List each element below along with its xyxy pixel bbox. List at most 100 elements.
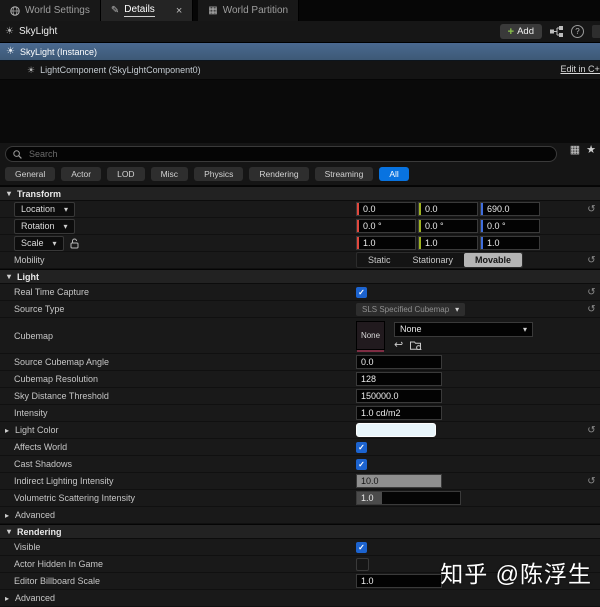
search-bar[interactable] bbox=[5, 146, 557, 162]
display-filter-icon[interactable]: ▦ bbox=[570, 145, 580, 156]
section-light[interactable]: ▾ Light bbox=[0, 269, 600, 284]
component-icon: ☀ bbox=[27, 64, 36, 75]
row-scale: Scale ▾ 1.0 1.0 1.0 bbox=[0, 235, 600, 252]
mobility-static[interactable]: Static bbox=[357, 255, 402, 265]
rotation-y-field[interactable]: 0.0 ° bbox=[418, 219, 478, 233]
chevron-down-icon: ▾ bbox=[64, 204, 69, 214]
row-light-color: ▸ Light Color ↺ bbox=[0, 422, 600, 439]
zhihu-watermark: 知乎 @陈浮生 bbox=[440, 561, 592, 587]
filter-chip-row: General Actor LOD Misc Physics Rendering… bbox=[5, 167, 595, 181]
row-real-time-capture: Real Time Capture ✓ ↺ bbox=[0, 284, 600, 301]
actor-name: SkyLight bbox=[18, 26, 58, 37]
reset-icon[interactable]: ↺ bbox=[583, 287, 600, 298]
row-rotation: Rotation ▾ 0.0 ° 0.0 ° 0.0 ° bbox=[0, 218, 600, 235]
use-selected-asset-icon[interactable]: ↩ bbox=[394, 339, 403, 350]
scale-y-field[interactable]: 1.0 bbox=[418, 236, 478, 250]
volumetric-scattering-intensity-slider[interactable]: 1.0 bbox=[356, 491, 461, 505]
tab-details[interactable]: ✎ Details × bbox=[100, 0, 194, 21]
tab-label: World Settings bbox=[25, 5, 90, 16]
rotation-x-field[interactable]: 0.0 ° bbox=[356, 219, 416, 233]
scale-z-field[interactable]: 1.0 bbox=[480, 236, 540, 250]
caret-right-icon: ▸ bbox=[5, 593, 10, 603]
intensity-field[interactable]: 1.0 cd/m2 bbox=[356, 406, 442, 420]
caret-right-icon: ▸ bbox=[5, 510, 10, 520]
real-time-capture-checkbox[interactable]: ✓ bbox=[356, 286, 367, 298]
row-light-advanced[interactable]: ▸ Advanced bbox=[0, 507, 600, 524]
plus-icon: + bbox=[507, 25, 515, 38]
chevron-down-icon: ▾ bbox=[455, 304, 460, 314]
source-cubemap-angle-field[interactable]: 0.0 bbox=[356, 355, 442, 369]
filter-streaming[interactable]: Streaming bbox=[314, 167, 374, 181]
cubemap-resolution-field[interactable]: 128 bbox=[356, 372, 442, 386]
cubemap-thumbnail[interactable]: None bbox=[356, 321, 385, 352]
favorites-star-icon[interactable]: ★ bbox=[586, 145, 596, 156]
row-source-type: Source Type SLS Specified Cubemap ▾ ↺ bbox=[0, 301, 600, 318]
section-transform[interactable]: ▾ Transform bbox=[0, 186, 600, 201]
search-input[interactable] bbox=[27, 148, 549, 160]
indirect-lighting-intensity-slider[interactable]: 10.0 bbox=[356, 474, 442, 488]
filter-general[interactable]: General bbox=[5, 167, 56, 181]
location-z-field[interactable]: 690.0 bbox=[480, 202, 540, 216]
panel-options-icon[interactable] bbox=[592, 25, 600, 38]
mobility-stationary[interactable]: Stationary bbox=[402, 255, 465, 265]
sky-distance-threshold-field[interactable]: 150000.0 bbox=[356, 389, 442, 403]
location-type-dropdown[interactable]: Location ▾ bbox=[14, 201, 76, 217]
instance-label: SkyLight (Instance) bbox=[19, 46, 98, 57]
actor-hidden-checkbox[interactable] bbox=[356, 557, 369, 571]
row-location: Location ▾ 0.0 0.0 690.0 ↺ bbox=[0, 201, 600, 218]
filter-actor[interactable]: Actor bbox=[61, 167, 102, 181]
row-visible: Visible ✓ bbox=[0, 539, 600, 556]
tree-row-skylight-instance[interactable]: ☀ SkyLight (Instance) bbox=[0, 43, 600, 61]
hierarchy-icon[interactable] bbox=[550, 26, 563, 37]
caret-down-icon: ▾ bbox=[7, 189, 12, 198]
close-icon[interactable]: × bbox=[176, 5, 182, 16]
skylight-icon: ☀ bbox=[5, 26, 14, 37]
caret-down-icon: ▾ bbox=[7, 272, 12, 281]
browse-asset-icon[interactable] bbox=[410, 340, 422, 350]
filter-physics[interactable]: Physics bbox=[194, 167, 244, 181]
tab-label: World Partition bbox=[222, 5, 289, 16]
reset-icon[interactable]: ↺ bbox=[583, 204, 600, 215]
help-icon[interactable]: ? bbox=[571, 25, 584, 38]
tree-row-light-component[interactable]: ☀ LightComponent (SkyLightComponent0) Ed… bbox=[0, 61, 600, 80]
row-sky-distance-threshold: Sky Distance Threshold 150000.0 bbox=[0, 388, 600, 405]
chevron-down-icon: ▾ bbox=[52, 238, 57, 248]
visible-checkbox[interactable]: ✓ bbox=[356, 541, 367, 553]
row-mobility: Mobility Static Stationary Movable ↺ bbox=[0, 252, 600, 269]
details-toolbar: ▦ ★ General Actor LOD Misc Physics Rende… bbox=[0, 143, 600, 186]
reset-icon[interactable]: ↺ bbox=[583, 425, 600, 436]
filter-all[interactable]: All bbox=[379, 167, 409, 181]
add-button[interactable]: + Add bbox=[499, 24, 542, 39]
scale-x-field[interactable]: 1.0 bbox=[356, 236, 416, 250]
filter-misc[interactable]: Misc bbox=[150, 167, 189, 181]
affects-world-checkbox[interactable]: ✓ bbox=[356, 441, 367, 453]
reset-icon[interactable]: ↺ bbox=[583, 476, 600, 487]
reset-icon[interactable]: ↺ bbox=[583, 304, 600, 315]
rotation-z-field[interactable]: 0.0 ° bbox=[480, 219, 540, 233]
filter-rendering[interactable]: Rendering bbox=[249, 167, 309, 181]
scale-type-dropdown[interactable]: Scale ▾ bbox=[14, 235, 64, 251]
source-type-dropdown[interactable]: SLS Specified Cubemap ▾ bbox=[356, 302, 466, 316]
chevron-down-icon: ▾ bbox=[522, 324, 527, 334]
location-x-field[interactable]: 0.0 bbox=[356, 202, 416, 216]
cubemap-dropdown[interactable]: None ▾ bbox=[394, 321, 533, 337]
tab-world-settings[interactable]: World Settings bbox=[0, 0, 101, 21]
mobility-movable[interactable]: Movable bbox=[464, 253, 523, 267]
edit-in-cpp-link[interactable]: Edit in C++ bbox=[560, 64, 600, 74]
editor-billboard-scale-field[interactable]: 1.0 bbox=[356, 574, 442, 588]
caret-right-icon[interactable]: ▸ bbox=[5, 426, 9, 435]
location-y-field[interactable]: 0.0 bbox=[418, 202, 478, 216]
tab-world-partition[interactable]: ▦ World Partition bbox=[198, 0, 300, 21]
caret-down-icon: ▾ bbox=[7, 527, 12, 536]
rotation-type-dropdown[interactable]: Rotation ▾ bbox=[14, 218, 75, 234]
lock-open-icon[interactable] bbox=[70, 238, 79, 249]
chevron-down-icon: ▾ bbox=[63, 221, 68, 231]
cast-shadows-checkbox[interactable]: ✓ bbox=[356, 458, 367, 470]
row-source-cubemap-angle: Source Cubemap Angle 0.0 bbox=[0, 354, 600, 371]
row-cubemap-resolution: Cubemap Resolution 128 bbox=[0, 371, 600, 388]
filter-lod[interactable]: LOD bbox=[107, 167, 145, 181]
actor-header: ☀ SkyLight + Add ? bbox=[0, 21, 600, 43]
reset-icon[interactable]: ↺ bbox=[583, 255, 600, 266]
section-rendering[interactable]: ▾ Rendering bbox=[0, 524, 600, 539]
light-color-swatch[interactable] bbox=[356, 423, 436, 437]
